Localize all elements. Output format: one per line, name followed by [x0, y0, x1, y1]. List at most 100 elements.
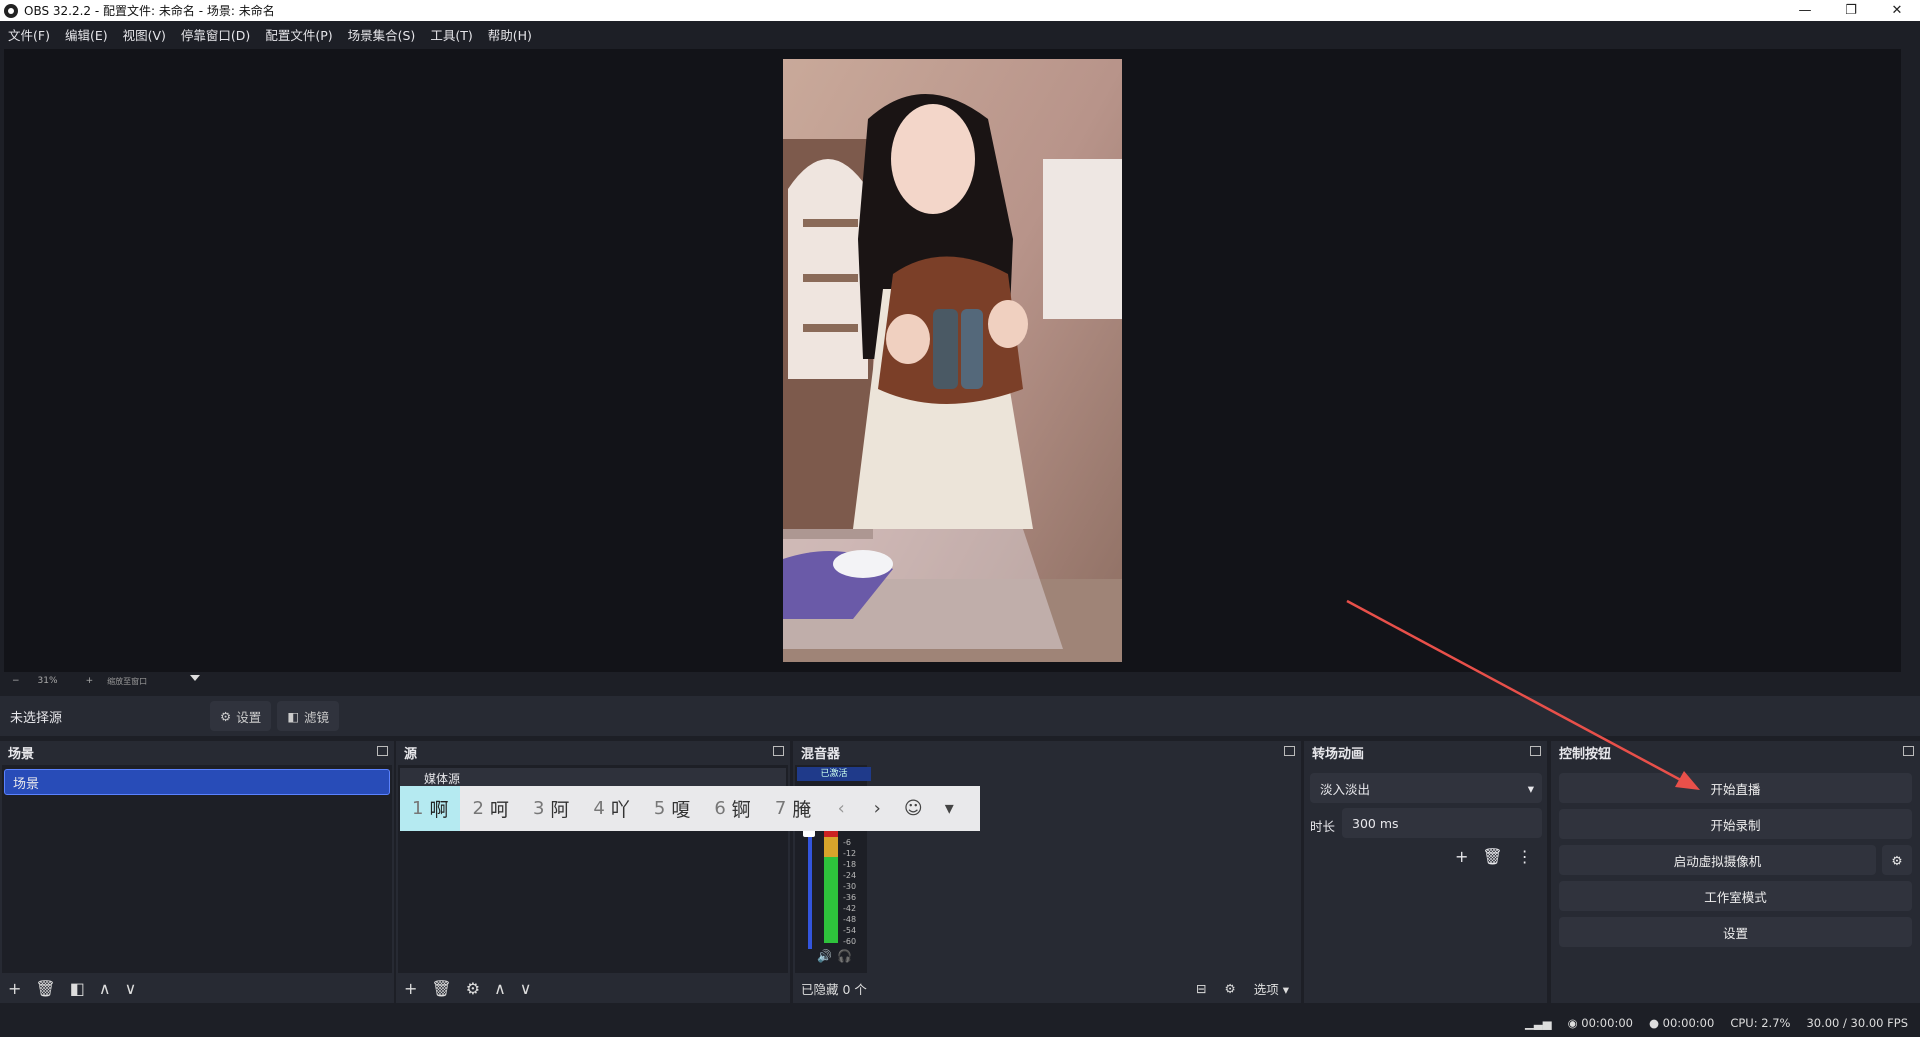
fps-display: 30.00 / 30.00 FPS: [1806, 1015, 1908, 1030]
float-dock-icon[interactable]: [1903, 746, 1914, 756]
video-preview-canvas[interactable]: [783, 59, 1122, 662]
controls-title: 控制按钮: [1559, 746, 1612, 762]
window-title: OBS 32.2.2 - 配置文件: 未命名 - 场景: 未命名: [24, 4, 275, 18]
ime-candidate[interactable]: 3阿: [521, 786, 581, 831]
source-toolbar: 未选择源 ⚙ 设置 ◧ 滤镜: [0, 696, 1920, 736]
duration-spinbox[interactable]: 300 ms: [1342, 808, 1542, 838]
duration-value: 300 ms: [1352, 815, 1399, 831]
menu-scene-collection[interactable]: 场景集合(S): [348, 25, 416, 44]
monitor-off-icon[interactable]: 🎧: [837, 949, 852, 963]
network-icon: ▁▃▅: [1525, 1015, 1552, 1030]
hidden-count: 已隐藏 0 个: [801, 981, 867, 997]
status-bar: ▁▃▅ ◉ 00:00:00 ● 00:00:00 CPU: 2.7% 30.0…: [0, 1008, 1920, 1037]
ime-candidate[interactable]: 6锕: [702, 786, 762, 831]
menu-view[interactable]: 视图(V): [123, 25, 166, 44]
move-down-icon[interactable]: ∨: [520, 979, 532, 998]
volume-slider[interactable]: [808, 829, 812, 949]
mixer-options-button[interactable]: 选项 ▾: [1254, 979, 1289, 998]
stream-time: ◉ 00:00:00: [1567, 1015, 1633, 1030]
gear-icon: ⚙: [220, 708, 232, 724]
cpu-usage: CPU: 2.7%: [1730, 1015, 1791, 1030]
menu-docks[interactable]: 停靠窗口(D): [181, 25, 250, 44]
transitions-title: 转场动画: [1312, 746, 1365, 762]
move-down-icon[interactable]: ∨: [125, 979, 137, 998]
chevron-down-icon: ▾: [1527, 781, 1534, 796]
add-transition-icon[interactable]: +: [1455, 847, 1468, 866]
scene-item[interactable]: 场景: [4, 769, 390, 795]
start-virtual-camera-button[interactable]: 启动虚拟摄像机: [1559, 845, 1876, 875]
menu-file[interactable]: 文件(F): [8, 25, 50, 44]
remove-source-icon[interactable]: 🗑: [431, 979, 451, 998]
add-source-icon[interactable]: +: [404, 979, 417, 998]
menu-edit[interactable]: 编辑(E): [65, 25, 108, 44]
ime-candidate[interactable]: 4吖: [581, 786, 641, 831]
zoom-in-button[interactable]: +: [86, 676, 94, 686]
gear-icon: ⚙: [1891, 852, 1903, 868]
sources-title: 源: [404, 746, 418, 762]
scenes-dock: 场景 场景 + 🗑 ◧ ∧ ∨: [0, 741, 394, 1003]
ime-expand-icon[interactable]: ▾: [931, 798, 967, 819]
record-time: ● 00:00:00: [1648, 1015, 1715, 1030]
source-settings-button[interactable]: ⚙ 设置: [210, 701, 272, 731]
zoom-value: 31%: [37, 676, 58, 686]
preview-scrollbar[interactable]: [1902, 49, 1918, 672]
menu-help[interactable]: 帮助(H): [488, 25, 532, 44]
virtual-camera-settings-button[interactable]: ⚙: [1882, 845, 1912, 875]
add-scene-icon[interactable]: +: [8, 979, 21, 998]
float-dock-icon[interactable]: [773, 746, 784, 756]
title-bar: OBS 32.2.2 - 配置文件: 未命名 - 场景: 未命名 — ❐ ✕: [0, 0, 1920, 21]
menu-profile[interactable]: 配置文件(P): [265, 25, 332, 44]
more-options-icon[interactable]: ⋮: [1517, 847, 1533, 866]
ime-candidate[interactable]: 7腌: [763, 786, 823, 831]
ime-candidate[interactable]: 1啊: [400, 786, 461, 831]
start-streaming-button[interactable]: 开始直播: [1559, 773, 1912, 803]
menu-tools[interactable]: 工具(T): [430, 25, 472, 44]
remove-transition-icon[interactable]: 🗑: [1482, 847, 1502, 866]
mixer-channel-name: 已激活: [797, 767, 871, 781]
ime-candidate[interactable]: 2呵: [460, 786, 520, 831]
source-properties-icon[interactable]: ⚙: [466, 979, 480, 998]
transition-select-value: 淡入淡出: [1320, 781, 1371, 797]
mixer-advanced-icon[interactable]: ⚙: [1225, 981, 1236, 996]
restore-button[interactable]: ❐: [1828, 0, 1874, 21]
close-button[interactable]: ✕: [1874, 0, 1920, 21]
start-recording-button[interactable]: 开始录制: [1559, 809, 1912, 839]
float-dock-icon[interactable]: [1530, 746, 1541, 756]
move-up-icon[interactable]: ∧: [494, 979, 506, 998]
zoom-out-button[interactable]: −: [12, 676, 20, 686]
duration-label: 时长: [1310, 819, 1336, 834]
ime-prev-icon[interactable]: ‹: [823, 798, 859, 819]
remove-scene-icon[interactable]: 🗑: [35, 979, 55, 998]
scenes-title: 场景: [8, 746, 35, 762]
filter-icon: ◧: [287, 708, 300, 724]
speaker-icon[interactable]: 🔊: [817, 949, 832, 963]
minimize-button[interactable]: —: [1782, 0, 1828, 21]
float-dock-icon[interactable]: [377, 746, 388, 756]
studio-mode-button[interactable]: 工作室模式: [1559, 881, 1912, 911]
meter-scale: -6 -12 -18 -24 -30 -36 -42 -48 -54 -60: [843, 838, 857, 946]
ime-candidate[interactable]: 5嗄: [642, 786, 702, 831]
float-dock-icon[interactable]: [1284, 746, 1295, 756]
mixer-title: 混音器: [801, 746, 841, 762]
scenes-list: 场景: [2, 765, 392, 973]
ime-candidate-window: 1啊 2呵 3阿 4吖 5嗄 6锕 7腌 ‹ › ☺ ▾: [400, 786, 980, 831]
settings-button[interactable]: 设置: [1559, 917, 1912, 947]
scene-filters-icon[interactable]: ◧: [70, 979, 85, 998]
ime-emoji-icon[interactable]: ☺: [895, 798, 931, 819]
transition-select[interactable]: 淡入淡出 ▾: [1310, 773, 1542, 803]
menu-bar: 文件(F) 编辑(E) 视图(V) 停靠窗口(D) 配置文件(P) 场景集合(S…: [0, 21, 1920, 47]
ime-next-icon[interactable]: ›: [859, 798, 895, 819]
video-frame-image: [783, 59, 1122, 662]
sources-dock: 源 媒体源 + 🗑 ⚙ ∧ ∨: [396, 741, 790, 1003]
zoom-dropdown-icon[interactable]: [190, 675, 200, 681]
obs-logo-icon: [4, 3, 18, 18]
volume-meter: [824, 829, 838, 943]
source-item-label: 媒体源: [424, 771, 461, 786]
controls-dock: 控制按钮 开始直播 开始录制 启动虚拟摄像机 ⚙ 工作室模式 设置: [1551, 741, 1920, 1003]
source-filters-button[interactable]: ◧ 滤镜: [277, 701, 340, 731]
zoom-bar: − 31% + 缩放至窗口: [0, 672, 1920, 690]
source-item[interactable]: 媒体源: [400, 768, 786, 788]
move-up-icon[interactable]: ∧: [99, 979, 111, 998]
mixer-layout-icon[interactable]: ⊟: [1196, 981, 1206, 996]
transitions-dock: 转场动画 淡入淡出 ▾ 时长 300 ms + 🗑 ⋮: [1304, 741, 1547, 1003]
